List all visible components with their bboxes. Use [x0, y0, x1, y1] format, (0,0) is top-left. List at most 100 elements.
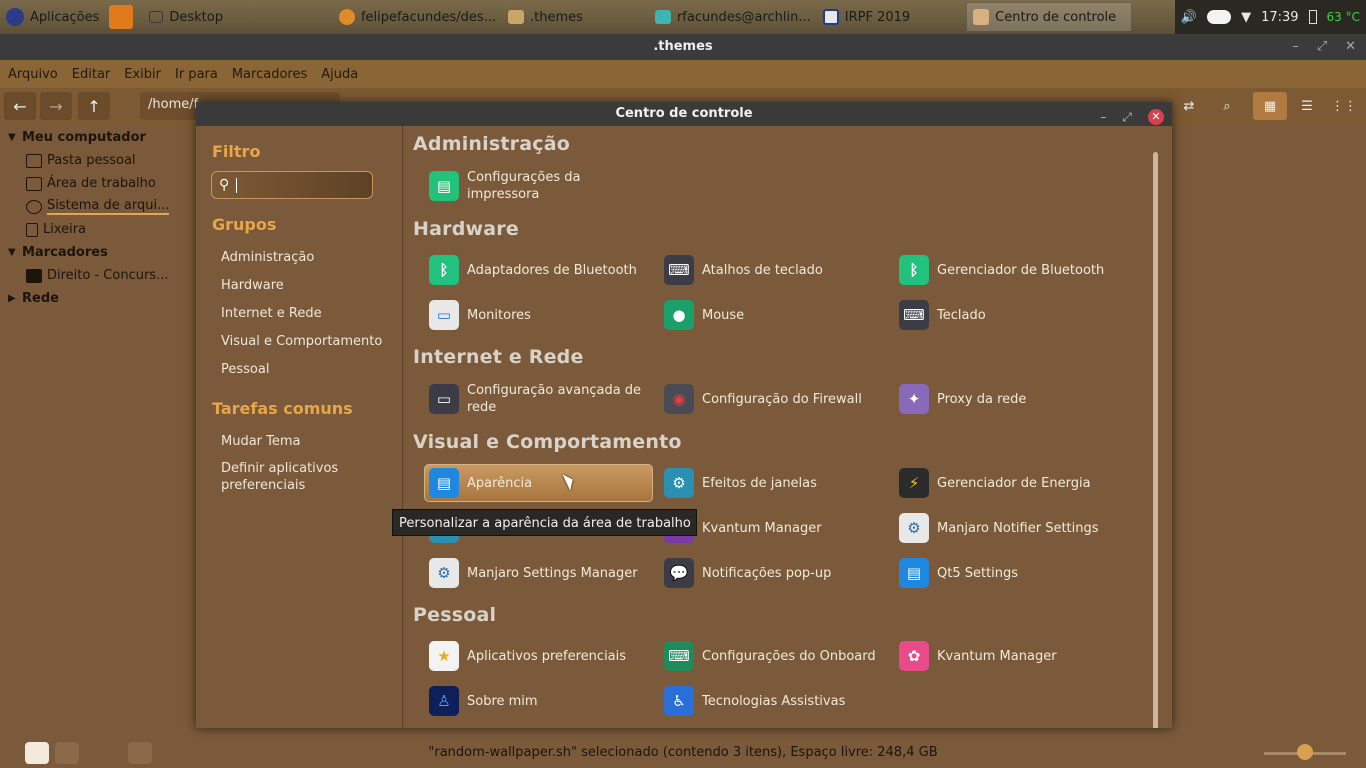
task-irpf[interactable]: IRPF 2019 — [817, 0, 916, 34]
gear-icon: ⚙ — [899, 513, 929, 543]
network-icon: ▭ — [429, 384, 459, 414]
toggle-path-button[interactable]: ⇄ — [1172, 92, 1206, 120]
tile-label: Sobre mim — [467, 693, 538, 709]
up-button[interactable]: ↑ — [78, 92, 110, 120]
tile-onboard-settings[interactable]: ⌨ Configurações do Onboard — [664, 637, 894, 675]
list-view-button[interactable]: ☰ — [1290, 92, 1324, 120]
tile-mouse[interactable]: ● Mouse — [664, 296, 894, 334]
accessibility-icon: ♿ — [664, 686, 694, 716]
group-link-hardware[interactable]: Hardware — [221, 277, 284, 294]
back-button[interactable]: ← — [4, 92, 36, 120]
tile-label: Gerenciador de Bluetooth — [937, 262, 1105, 278]
section-header[interactable]: ▼ Marcadores — [0, 241, 196, 264]
sidebar-toggle-icon[interactable] — [128, 742, 152, 764]
control-center-window: Centro de controle – ⤢ ✕ Filtro ⚲ Grupos… — [196, 102, 1172, 728]
minimize-icon[interactable]: – — [1292, 34, 1299, 60]
tile-firewall[interactable]: ◉ Configuração do Firewall — [664, 380, 894, 418]
tile-keyboard-shortcuts[interactable]: ⌨ Atalhos de teclado — [664, 251, 894, 289]
file-manager-launcher[interactable] — [105, 0, 143, 34]
apps-menu-button[interactable]: Aplicações — [0, 0, 105, 34]
folder-icon — [508, 10, 525, 24]
sidebar-item-trash[interactable]: Lixeira — [0, 218, 196, 241]
tile-label: Configuração do Firewall — [702, 391, 862, 407]
menu-exibir[interactable]: Exibir — [124, 67, 161, 82]
onboard-keyboard-icon: ⌨ — [664, 641, 694, 671]
kvantum-icon: ✿ — [899, 641, 929, 671]
section-header[interactable]: ▶ Rede — [0, 287, 196, 310]
desktop-label: Desktop — [169, 9, 223, 25]
places-toggle-icon[interactable] — [25, 742, 49, 764]
sidebar-item-desktop[interactable]: Área de trabalho — [0, 172, 196, 195]
tile-qt5-settings[interactable]: ▤ Qt5 Settings — [899, 554, 1129, 592]
tile-manjaro-settings-manager[interactable]: ⚙ Manjaro Settings Manager — [429, 554, 659, 592]
group-link-pessoal[interactable]: Pessoal — [221, 361, 269, 378]
tile-assistive-tech[interactable]: ♿ Tecnologias Assistivas — [664, 682, 894, 720]
tile-advanced-network[interactable]: ▭ Configuração avançada de rede — [429, 380, 659, 418]
tile-monitors[interactable]: ▭ Monitores — [429, 296, 659, 334]
sidebar-item-home[interactable]: Pasta pessoal — [0, 149, 196, 172]
clock[interactable]: 17:39 — [1261, 10, 1298, 25]
file-manager-titlebar: .themes – ⤢ ✕ — [0, 34, 1366, 60]
printer-icon: ▤ — [429, 171, 459, 201]
task-browser[interactable]: felipefacundes/des... — [333, 0, 502, 34]
weather-icon[interactable] — [1207, 10, 1232, 24]
keyboard-icon: ⌨ — [899, 300, 929, 330]
tile-kvantum-manager[interactable]: ✿ Kvantum Manager — [664, 509, 894, 547]
task-themes[interactable]: .themes — [502, 0, 589, 34]
tile-network-proxy[interactable]: ✦ Proxy da rede — [899, 380, 1129, 418]
tile-label: Gerenciador de Energia — [937, 475, 1091, 491]
tile-printer-settings[interactable]: ▤ Configurações da impressora — [429, 167, 649, 205]
close-button[interactable]: ✕ — [1148, 109, 1164, 125]
volume-icon[interactable]: 🔊 — [1181, 10, 1197, 25]
tile-keyboard[interactable]: ⌨ Teclado — [899, 296, 1129, 334]
menu-marcadores[interactable]: Marcadores — [232, 67, 307, 82]
tile-label: Notificações pop-up — [702, 565, 832, 581]
forward-button[interactable]: → — [40, 92, 72, 120]
tile-appearance[interactable]: ▤ Aparência — [424, 464, 653, 502]
vertical-scrollbar[interactable] — [1153, 152, 1158, 728]
tile-about-me[interactable]: ♙ Sobre mim — [429, 682, 659, 720]
filter-search-input[interactable]: ⚲ — [211, 171, 373, 199]
section-title: Rede — [22, 291, 59, 306]
task-terminal[interactable]: rfacundes@archlin... — [649, 0, 817, 34]
bluetooth-icon: ᛒ — [899, 255, 929, 285]
tile-window-effects[interactable]: ⚙ Efeitos de janelas — [664, 464, 894, 502]
icon-view-button[interactable]: ▦ — [1253, 92, 1287, 120]
maximize-icon[interactable]: ⤢ — [1317, 34, 1327, 60]
show-desktop-button[interactable]: Desktop — [143, 0, 229, 34]
close-icon[interactable]: ✕ — [1345, 34, 1356, 60]
wifi-icon[interactable]: ▼ — [1241, 10, 1251, 25]
tile-bluetooth-adapters[interactable]: ᛒ Adaptadores de Bluetooth — [429, 251, 659, 289]
tile-label: Teclado — [937, 307, 986, 323]
task-link-preferred-apps[interactable]: Definir aplicativos preferenciais — [221, 460, 351, 494]
expand-icon: ▼ — [8, 132, 16, 143]
compact-view-button[interactable]: ⋮⋮ — [1327, 92, 1361, 120]
tile-preferred-apps[interactable]: ★ Aplicativos preferenciais — [429, 637, 659, 675]
sidebar-item-bookmark[interactable]: Direito - Concurs... — [0, 264, 196, 287]
search-button[interactable]: ⌕ — [1210, 92, 1244, 120]
menu-arquivo[interactable]: Arquivo — [8, 67, 58, 82]
tile-label: Manjaro Settings Manager — [467, 565, 638, 581]
menu-ir-para[interactable]: Ir para — [175, 67, 218, 82]
sidebar-item-filesystem[interactable]: Sistema de arqui... — [0, 195, 196, 218]
tile-popup-notifications[interactable]: 💬 Notificações pop-up — [664, 554, 894, 592]
group-link-visual[interactable]: Visual e Comportamento — [221, 333, 382, 350]
task-control-center[interactable]: Centro de controle — [966, 2, 1133, 32]
tile-manjaro-notifier[interactable]: ⚙ Manjaro Notifier Settings — [899, 509, 1139, 547]
group-link-administracao[interactable]: Administração — [221, 249, 314, 266]
menu-editar[interactable]: Editar — [72, 67, 111, 82]
section-title: Pessoal — [413, 604, 497, 626]
battery-icon — [1308, 10, 1317, 24]
zoom-slider-handle[interactable] — [1297, 744, 1313, 760]
tile-power-manager[interactable]: ⚡ Gerenciador de Energia — [899, 464, 1129, 502]
task-link-change-theme[interactable]: Mudar Tema — [221, 433, 301, 450]
tile-kvantum-manager-personal[interactable]: ✿ Kvantum Manager — [899, 637, 1129, 675]
tree-toggle-icon[interactable] — [55, 742, 79, 764]
tile-bluetooth-manager[interactable]: ᛒ Gerenciador de Bluetooth — [899, 251, 1139, 289]
tooltip: Personalizar a aparência da área de trab… — [392, 509, 697, 536]
menu-ajuda[interactable]: Ajuda — [321, 67, 358, 82]
group-link-internet[interactable]: Internet e Rede — [221, 305, 322, 322]
tile-label: Tecnologias Assistivas — [702, 693, 846, 709]
window-title: Centro de controle — [615, 106, 753, 121]
section-header[interactable]: ▼ Meu computador — [0, 126, 196, 149]
